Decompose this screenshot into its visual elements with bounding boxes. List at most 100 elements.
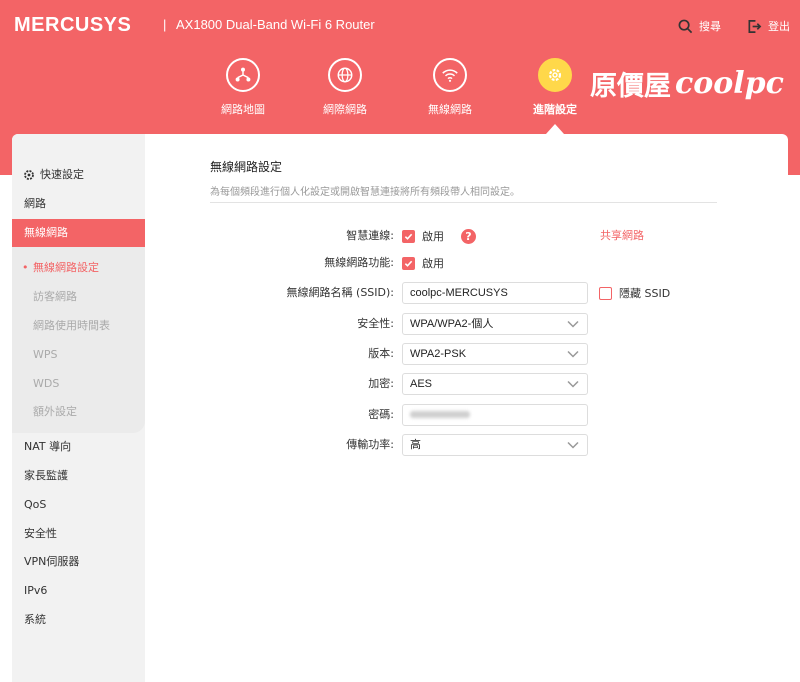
- sidebar-item-label: NAT 導向: [24, 440, 72, 453]
- row-password: 密碼:: [145, 404, 788, 426]
- sidebar-item-label: 安全性: [24, 527, 57, 540]
- sidebar-item-label: 快速設定: [40, 168, 84, 181]
- nav-advanced[interactable]: 進階設定: [510, 58, 600, 117]
- sidebar-item-ipv6[interactable]: IPv6: [12, 577, 145, 605]
- row-ssid: 無線網路名稱 (SSID): coolpc-MERCUSYS 隱藏 SSID: [145, 282, 788, 304]
- sidebar-item-label: IPv6: [24, 584, 48, 597]
- password-input[interactable]: [402, 404, 588, 426]
- wifi-icon: [442, 69, 458, 82]
- hide-ssid-checkbox[interactable]: 隱藏 SSID: [599, 282, 670, 304]
- smart-connect-checkbox-label: 啟用: [422, 230, 444, 243]
- row-smart-connect: 智慧連線: 啟用 ? 共享網路: [145, 225, 788, 247]
- sidebar-sub-label: 訪客網路: [33, 290, 77, 303]
- watermark-latin: coolpc: [675, 66, 784, 101]
- row-encryption: 加密: AES: [145, 373, 788, 395]
- nav-network-map[interactable]: 網路地圖: [198, 58, 288, 117]
- help-icon[interactable]: ?: [461, 228, 476, 244]
- sidebar-sub-wps[interactable]: WPS: [12, 341, 145, 369]
- brand-logo: MERCUSYS: [14, 14, 132, 36]
- sidebar-sub-label: 網路使用時間表: [33, 319, 110, 332]
- sidebar-item-label: 家長監護: [24, 469, 68, 482]
- version-value: WPA2-PSK: [410, 348, 467, 360]
- security-value: WPA/WPA2-個人: [410, 318, 494, 330]
- gear-icon: [548, 68, 562, 82]
- logout-button[interactable]: 登出: [747, 18, 790, 34]
- search-button[interactable]: 搜尋: [678, 18, 721, 34]
- tx-power-select[interactable]: 高: [402, 434, 588, 456]
- row-tx-power: 傳輸功率: 高: [145, 434, 788, 456]
- check-icon: [404, 233, 413, 240]
- nav-internet[interactable]: 網際網路: [300, 58, 390, 117]
- chevron-down-icon: [567, 441, 579, 449]
- sidebar-sub-guest-network[interactable]: 訪客網路: [12, 283, 145, 311]
- password-masked: [410, 411, 470, 418]
- sidebar-item-qos[interactable]: QoS: [12, 491, 145, 519]
- row-security: 安全性: WPA/WPA2-個人: [145, 313, 788, 335]
- sidebar-sub-wds[interactable]: WDS: [12, 370, 145, 398]
- hide-ssid-label: 隱藏 SSID: [619, 287, 671, 300]
- encryption-label: 加密:: [368, 377, 394, 390]
- chevron-down-icon: [567, 380, 579, 388]
- sidebar-item-system[interactable]: 系統: [12, 606, 145, 634]
- nav-label: 進階設定: [533, 103, 577, 116]
- tx-power-value: 高: [410, 439, 421, 451]
- chevron-down-icon: [567, 350, 579, 358]
- version-label: 版本:: [368, 347, 394, 360]
- gear-icon: [24, 170, 34, 180]
- sidebar-sub-label: 額外設定: [33, 405, 77, 418]
- watermark-cjk: 原價屋: [590, 71, 671, 102]
- smart-connect-label: 智慧連線:: [346, 229, 394, 242]
- sidebar-item-label: VPN伺服器: [24, 555, 80, 568]
- sidebar-item-security[interactable]: 安全性: [12, 520, 145, 548]
- sidebar-sub-label: WPS: [33, 348, 58, 361]
- security-label: 安全性:: [357, 317, 394, 330]
- logout-label: 登出: [768, 20, 790, 33]
- sidebar-item-vpn[interactable]: VPN伺服器: [12, 548, 145, 576]
- wireless-function-label: 無線網路功能:: [324, 256, 394, 269]
- search-icon: [678, 19, 693, 33]
- sidebar-item-parental[interactable]: 家長監護: [12, 462, 145, 490]
- sidebar-sub-schedule[interactable]: 網路使用時間表: [12, 312, 145, 340]
- logout-icon: [748, 19, 762, 33]
- wireless-function-checkbox-label: 啟用: [422, 257, 444, 270]
- row-wireless-function: 無線網路功能: 啟用: [145, 252, 788, 274]
- tx-power-label: 傳輸功率:: [346, 438, 394, 451]
- nav-label: 無線網路: [428, 103, 472, 116]
- ssid-label: 無線網路名稱 (SSID):: [286, 286, 394, 299]
- nav-label: 網際網路: [323, 103, 367, 116]
- sidebar-item-nat[interactable]: NAT 導向: [12, 433, 145, 461]
- sidebar-sub-wireless-settings[interactable]: 無線網路設定: [12, 254, 145, 282]
- nav-label: 網路地圖: [221, 103, 265, 116]
- main-content: 無線網路設定 為每個頻段進行個人化設定或開啟智慧連接將所有頻段帶人相同設定。 智…: [145, 134, 788, 682]
- watermark-logo: 原價屋 coolpc: [590, 64, 784, 103]
- wireless-function-checkbox[interactable]: 啟用: [402, 252, 444, 274]
- sidebar-item-label: 系統: [24, 613, 46, 626]
- router-model: AX1800 Dual-Band Wi-Fi 6 Router: [176, 17, 375, 32]
- sidebar-item-label: QoS: [24, 498, 47, 511]
- sidebar-item-wireless[interactable]: 無線網路: [12, 219, 145, 247]
- smart-connect-checkbox[interactable]: 啟用 ?: [402, 225, 476, 247]
- sidebar-sub-additional[interactable]: 額外設定: [12, 398, 145, 426]
- sidebar-item-quick-setup[interactable]: 快速設定: [12, 161, 145, 189]
- nav-wireless[interactable]: 無線網路: [405, 58, 495, 117]
- encryption-value: AES: [410, 378, 433, 390]
- sidebar-item-label: 網路: [24, 197, 46, 210]
- ssid-input[interactable]: coolpc-MERCUSYS: [402, 282, 588, 304]
- chevron-down-icon: [567, 320, 579, 328]
- password-label: 密碼:: [368, 408, 394, 421]
- row-version: 版本: WPA2-PSK: [145, 343, 788, 365]
- version-select[interactable]: WPA2-PSK: [402, 343, 588, 365]
- brand-separator: |: [163, 17, 167, 32]
- encryption-select[interactable]: AES: [402, 373, 588, 395]
- check-icon: [404, 260, 413, 267]
- sidebar-sub-label: 無線網路設定: [33, 261, 99, 274]
- sidebar: 快速設定 網路 無線網路 無線網路設定 訪客網路 網路使用時間表 WPS WDS…: [12, 134, 145, 682]
- sidebar-item-network[interactable]: 網路: [12, 190, 145, 218]
- content-card: 快速設定 網路 無線網路 無線網路設定 訪客網路 網路使用時間表 WPS WDS…: [12, 134, 788, 682]
- section-divider: [210, 202, 717, 203]
- globe-icon: [337, 67, 353, 83]
- security-select[interactable]: WPA/WPA2-個人: [402, 313, 588, 335]
- share-network-link[interactable]: 共享網路: [600, 225, 644, 247]
- network-map-icon: [235, 67, 251, 82]
- section-title: 無線網路設定: [210, 160, 283, 174]
